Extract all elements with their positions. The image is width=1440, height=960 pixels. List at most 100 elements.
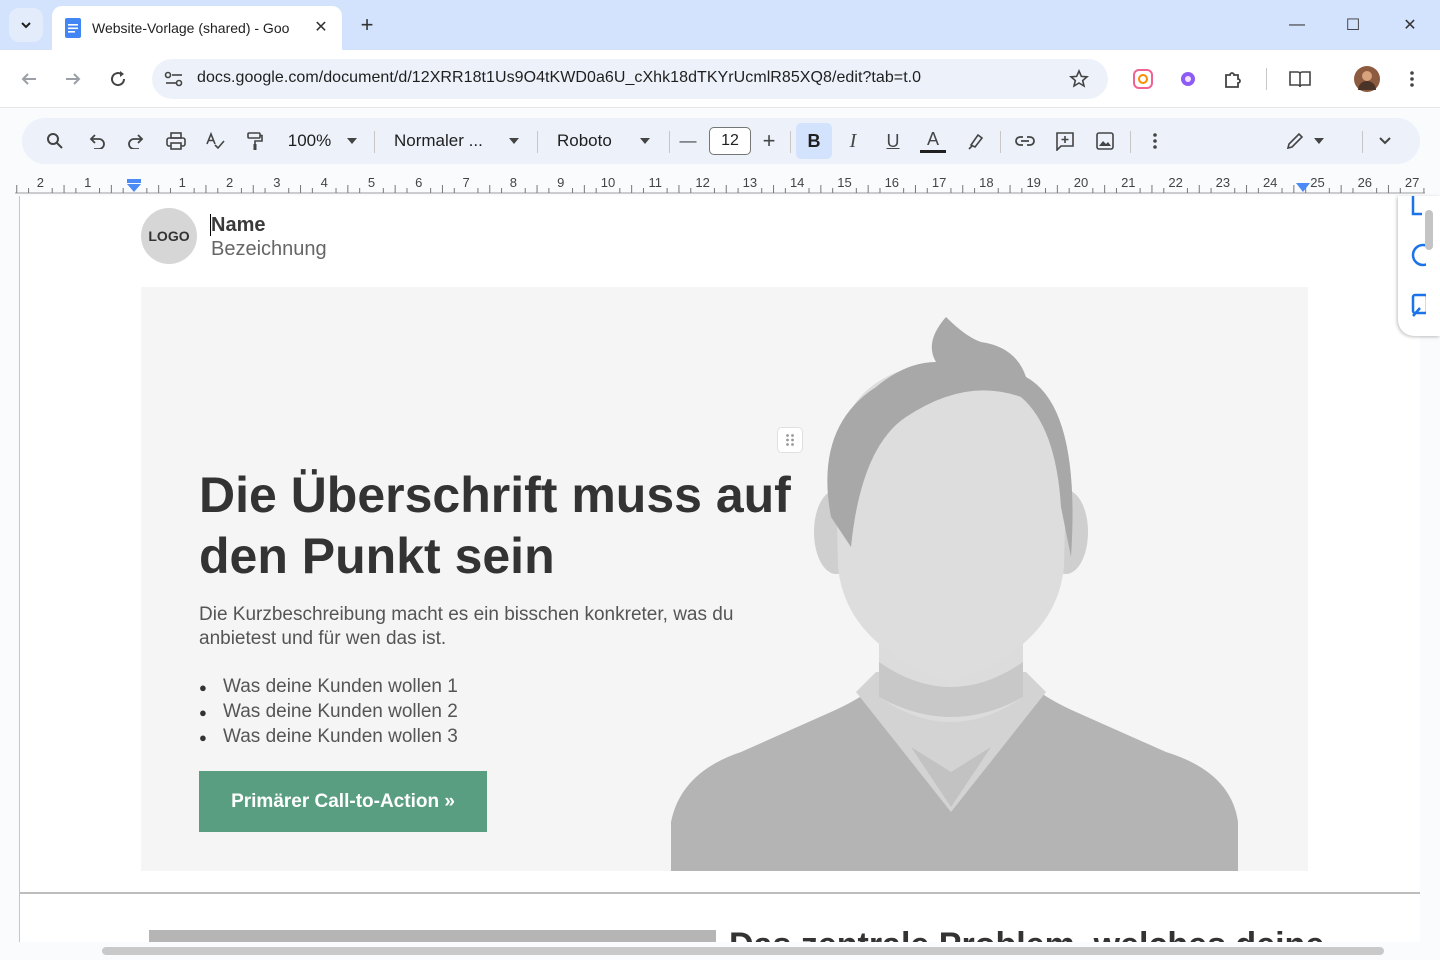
ruler-label: 7: [462, 175, 470, 190]
profile-avatar[interactable]: [1352, 64, 1382, 94]
zoom-value: 100%: [287, 131, 332, 150]
toolbar-separator: [1000, 131, 1001, 153]
text-color-button[interactable]: A: [918, 126, 948, 156]
page-break-divider: [20, 892, 1420, 894]
side-panel: [1398, 196, 1440, 336]
ruler-label: 23: [1215, 175, 1231, 190]
ruler-label: 15: [837, 175, 852, 190]
ruler-label: 17: [931, 175, 947, 190]
calendar-icon[interactable]: [1410, 196, 1424, 218]
toolbar-separator: [669, 131, 670, 153]
bold-button[interactable]: B: [796, 123, 832, 159]
header-designation: Bezeichnung: [211, 238, 327, 260]
caret-down-icon: [509, 138, 519, 144]
ruler-label: 24: [1262, 175, 1278, 190]
hero-section: Die Überschrift muss auf den Punkt sein …: [141, 287, 1308, 871]
zoom-select[interactable]: 100%: [280, 126, 365, 156]
contacts-icon[interactable]: [1410, 292, 1426, 318]
browser-tab-active[interactable]: Website-Vorlage (shared) - Goo ✕: [52, 6, 342, 50]
ruler-label: 8: [509, 175, 518, 190]
back-icon[interactable]: [14, 64, 44, 94]
toolbar-separator: [1362, 131, 1363, 153]
list-item: Was deine Kunden wollen 2: [199, 700, 458, 725]
ruler-label: 18: [979, 175, 994, 190]
bookmark-star-icon[interactable]: [1069, 69, 1089, 89]
search-menus-icon[interactable]: [40, 126, 70, 156]
caret-down-icon: [347, 138, 358, 144]
reading-mode-icon[interactable]: [1285, 64, 1315, 94]
font-family-select[interactable]: Roboto: [550, 126, 660, 156]
highlight-color-icon[interactable]: [961, 126, 991, 156]
new-tab-button[interactable]: +: [352, 10, 382, 40]
insert-link-icon[interactable]: [1010, 126, 1040, 156]
browser-menu-icon[interactable]: [1397, 64, 1427, 94]
hero-headline: Die Überschrift muss auf den Punkt sein: [199, 467, 791, 584]
horizontal-scrollbar[interactable]: [102, 947, 1384, 955]
primary-cta-button[interactable]: Primärer Call-to-Action »: [199, 771, 487, 832]
paragraph-style-select[interactable]: Normaler ...: [387, 126, 527, 156]
toolbar-separator: [790, 131, 791, 153]
person-placeholder-icon: [671, 317, 1238, 871]
ruler-label: 1: [178, 175, 186, 190]
add-comment-icon[interactable]: [1050, 126, 1080, 156]
undo-icon[interactable]: [82, 126, 112, 156]
document-page[interactable]: LOGO Name Bezeichnung Die Überschrift mu…: [19, 196, 1420, 942]
close-window-button[interactable]: ✕: [1390, 8, 1430, 42]
ruler-label: 12: [695, 175, 710, 190]
ruler-label: 5: [367, 175, 376, 190]
editing-mode-select[interactable]: [1280, 126, 1330, 156]
font-size-input[interactable]: 12: [709, 127, 751, 155]
extension-gear-icon[interactable]: [1173, 64, 1203, 94]
spellcheck-icon[interactable]: [200, 126, 230, 156]
hide-menus-icon[interactable]: [1370, 126, 1400, 156]
print-icon[interactable]: [161, 126, 191, 156]
font-family-value: Roboto: [557, 131, 612, 150]
left-indent-marker-icon[interactable]: [126, 179, 142, 193]
ruler-label: 2: [225, 175, 234, 190]
decrease-font-size-button[interactable]: —: [674, 126, 702, 156]
ruler-label: 6: [415, 175, 423, 190]
list-item: Was deine Kunden wollen 1: [199, 675, 458, 700]
caret-down-icon: [1314, 138, 1324, 144]
list-item: Was deine Kunden wollen 3: [199, 725, 458, 750]
italic-button[interactable]: I: [838, 126, 868, 156]
ruler-label: 14: [789, 175, 805, 190]
more-options-icon[interactable]: [1140, 126, 1170, 156]
logo-placeholder: LOGO: [141, 208, 197, 264]
tab-search-button[interactable]: [9, 8, 43, 42]
tab-title: Website-Vorlage (shared) - Goo: [92, 20, 290, 36]
ruler-label: 9: [557, 175, 565, 190]
ruler-label: 21: [1121, 175, 1136, 190]
toolbar-separator: [374, 131, 375, 153]
vertical-scrollbar[interactable]: [1425, 210, 1433, 250]
insert-image-icon[interactable]: [1090, 126, 1120, 156]
site-info-icon[interactable]: [164, 70, 184, 88]
ruler-label: 27: [1404, 175, 1420, 190]
close-tab-icon[interactable]: ✕: [310, 16, 332, 38]
browser-toolbar: docs.google.com/document/d/12XRR18t1Us9O…: [0, 50, 1440, 108]
drag-handle-icon[interactable]: [777, 427, 803, 453]
ruler-label: 19: [1026, 175, 1041, 190]
toolbar-divider: [1266, 68, 1267, 90]
extensions-puzzle-icon[interactable]: [1218, 64, 1248, 94]
maximize-window-button[interactable]: ☐: [1333, 8, 1373, 42]
forward-icon[interactable]: [58, 64, 88, 94]
paint-format-icon[interactable]: [240, 126, 270, 156]
redo-icon[interactable]: [121, 126, 151, 156]
right-indent-marker-icon[interactable]: [1296, 183, 1310, 193]
ruler-label: 11: [648, 175, 663, 190]
ruler-label: 25: [1310, 175, 1325, 190]
ruler[interactable]: 2 1 1 2 3 4 5 6 7 8 9 10 11 12 13 14 15 16 17 18 19 20 21 22 23 2…: [15, 172, 1425, 196]
keep-icon[interactable]: [1410, 242, 1426, 268]
docs-toolbar: 100% Normaler ... Roboto — 12 + B I U A: [22, 118, 1420, 164]
underline-button[interactable]: U: [878, 126, 908, 156]
increase-font-size-button[interactable]: +: [755, 126, 783, 156]
chevron-down-icon: [21, 22, 31, 29]
address-bar[interactable]: docs.google.com/document/d/12XRR18t1Us9O…: [152, 59, 1108, 99]
reload-icon[interactable]: [103, 64, 133, 94]
extension-lens-icon[interactable]: [1128, 64, 1158, 94]
minimize-window-button[interactable]: —: [1277, 8, 1317, 42]
section-heading: Das zentrale Problem, welches deine: [729, 926, 1324, 942]
header-name: Name: [211, 214, 266, 236]
pencil-icon: [1286, 132, 1304, 150]
